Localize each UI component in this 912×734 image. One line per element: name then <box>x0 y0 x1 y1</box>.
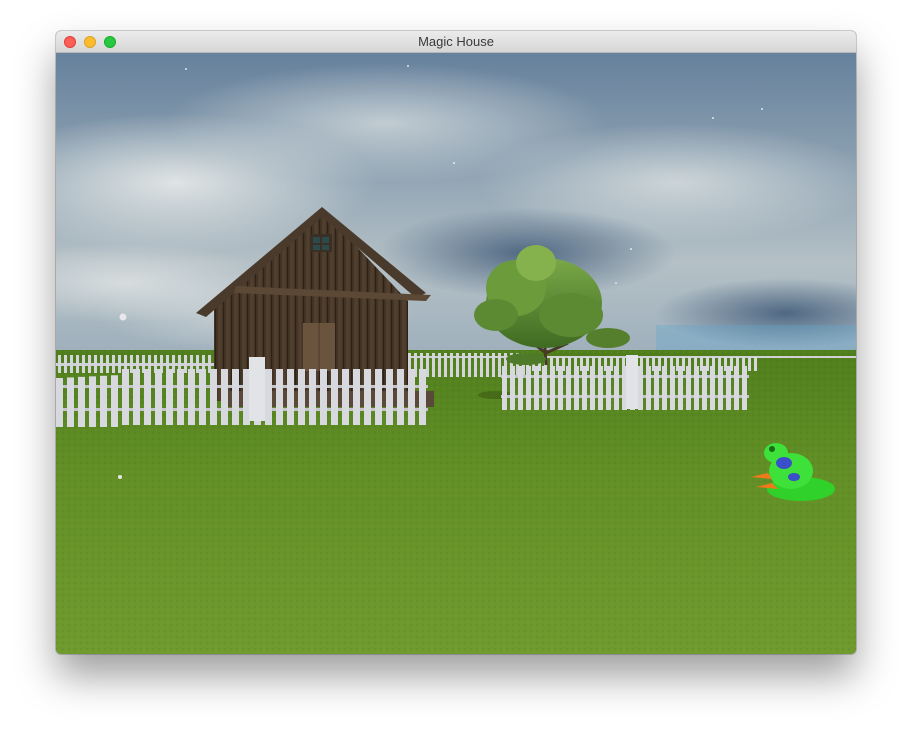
game-viewport[interactable] <box>56 53 856 654</box>
app-window: Magic House <box>56 31 856 654</box>
title-bar[interactable]: Magic House <box>56 31 856 53</box>
sky <box>56 53 856 353</box>
window-title: Magic House <box>418 34 494 49</box>
